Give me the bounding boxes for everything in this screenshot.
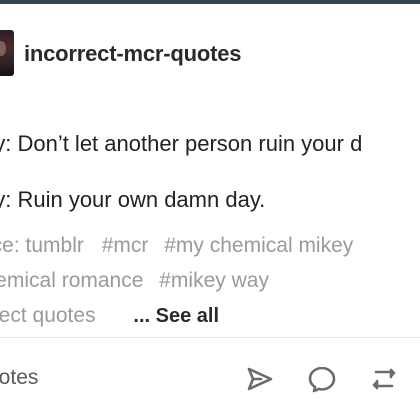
reblog-button[interactable] — [367, 362, 401, 396]
tags-row-3: orrect quotes ... See all — [0, 302, 420, 337]
share-icon — [247, 367, 273, 391]
post-actions — [243, 362, 413, 396]
post-text-line-1: ey: Don’t let another person ruin your d — [0, 131, 363, 156]
tag-my-chemical-mikey[interactable]: #my chemical mikey — [164, 232, 353, 260]
reblog-icon — [372, 368, 396, 390]
notes-link[interactable]: notes — [0, 366, 38, 390]
tag-mcr[interactable]: #mcr — [102, 232, 149, 260]
footer-divider — [0, 337, 420, 338]
blog-name[interactable]: incorrect-mcr-quotes — [24, 41, 241, 67]
post-card: incorrect-mcr-quotes ey: Don’t let anoth… — [0, 0, 420, 420]
tag-incorrect-quotes[interactable]: orrect quotes — [0, 302, 96, 330]
see-all-link[interactable]: ... See all — [133, 302, 219, 330]
reply-button[interactable] — [305, 362, 339, 396]
reply-icon — [308, 366, 336, 393]
source-tag[interactable]: urce: tumblr — [0, 232, 84, 260]
share-button[interactable] — [243, 362, 277, 396]
avatar[interactable] — [0, 30, 14, 76]
top-bar — [0, 0, 420, 4]
tags-row-2: chemical romance #mikey way — [0, 267, 420, 302]
post-text-line-2: ey: Ruin your own damn day. — [0, 187, 266, 212]
tag-chemical-romance[interactable]: chemical romance — [0, 267, 143, 295]
tags-section: urce: tumblr #mcr #my chemical mikey che… — [0, 232, 420, 337]
post-header: incorrect-mcr-quotes — [0, 28, 420, 80]
tags-row-1: urce: tumblr #mcr #my chemical mikey — [0, 232, 420, 267]
tag-mikey-way[interactable]: #mikey way — [159, 267, 269, 295]
